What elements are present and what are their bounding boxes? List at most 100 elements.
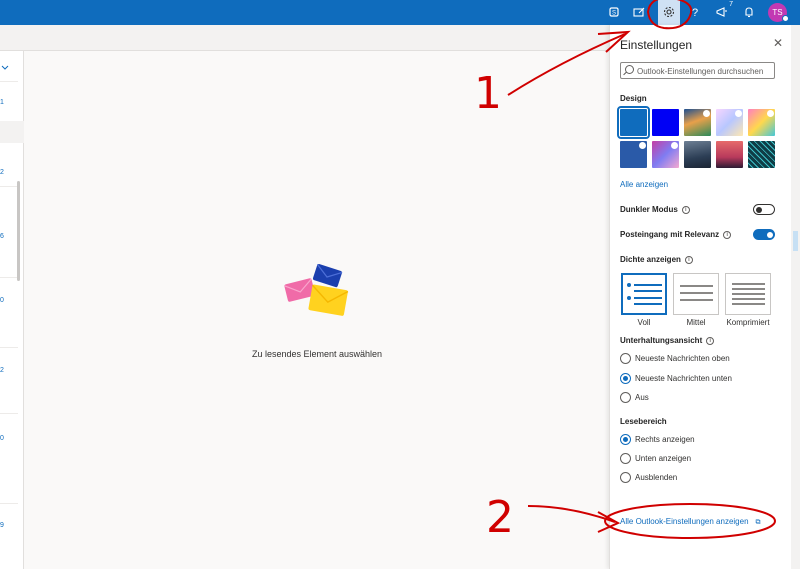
divider: [0, 503, 18, 504]
radio-label: Neueste Nachrichten unten: [635, 374, 732, 383]
density-option-label: Mittel: [686, 318, 706, 327]
star-icon: [671, 142, 678, 149]
density-line: [732, 303, 765, 305]
density-option-label: Komprimiert: [726, 318, 770, 327]
toggle-knob: [767, 231, 773, 238]
list-item-selected[interactable]: [0, 121, 24, 143]
radio-button[interactable]: [620, 434, 631, 445]
help-icon[interactable]: ?: [687, 4, 703, 20]
star-icon: [767, 110, 774, 117]
list-item[interactable]: 0: [0, 435, 4, 442]
dark-mode-toggle[interactable]: [753, 204, 775, 215]
divider: [0, 413, 18, 414]
empty-state-text: Zu lesendes Element auswählen: [251, 349, 383, 359]
density-line: [680, 292, 713, 294]
megaphone-icon[interactable]: 7: [714, 1, 733, 20]
theme-maze[interactable]: [748, 141, 775, 168]
radio-label: Aus: [635, 393, 649, 402]
theme-dark-blue[interactable]: [652, 109, 679, 136]
bell-icon[interactable]: [741, 4, 757, 20]
settings-search[interactable]: [620, 62, 775, 79]
radio-button[interactable]: [620, 373, 631, 384]
radio-label: Unten anzeigen: [635, 454, 692, 463]
density-line: [732, 283, 765, 285]
scrollbar-thumb[interactable]: [793, 231, 798, 251]
panel-title: Einstellungen: [620, 38, 693, 52]
teams-icon[interactable]: S: [606, 4, 622, 20]
theme-pattern[interactable]: [652, 141, 679, 168]
density-option-label: Voll: [637, 318, 651, 327]
settings-button[interactable]: [658, 0, 680, 25]
radio-button[interactable]: [620, 472, 631, 483]
star-icon: [639, 142, 646, 149]
theme-landscape[interactable]: [684, 109, 711, 136]
divider: [0, 347, 18, 348]
info-icon[interactable]: i: [684, 255, 693, 264]
close-icon[interactable]: ✕: [772, 36, 784, 50]
density-line: [627, 283, 631, 287]
density-line: [680, 285, 713, 287]
star-icon: [735, 110, 742, 117]
settings-gear-icon: [661, 4, 677, 20]
all-settings-link-text: Alle Outlook-Einstellungen anzeigen: [620, 517, 749, 526]
density-line: [732, 298, 765, 300]
density-line: [627, 296, 631, 300]
list-item[interactable]: 1: [0, 99, 4, 106]
notification-badge: 7: [729, 1, 733, 8]
svg-text:S: S: [612, 11, 616, 17]
density-line: [732, 293, 765, 295]
radio-button[interactable]: [620, 453, 631, 464]
panel-scrollbar[interactable]: [791, 25, 800, 569]
star-icon: [703, 110, 710, 117]
top-bar: S ? 7 TS: [0, 0, 800, 25]
theme-sunset[interactable]: [716, 141, 743, 168]
settings-panel: Einstellungen ✕ Design Alle anzeigen Dun…: [609, 25, 791, 569]
radio-label: Neueste Nachrichten oben: [635, 354, 730, 363]
list-item[interactable]: 9: [0, 522, 4, 529]
theme-blue[interactable]: [617, 106, 650, 139]
theme-mountain[interactable]: [684, 141, 711, 168]
radio-label: Ausblenden: [635, 473, 678, 482]
design-label: Design: [620, 94, 647, 103]
info-icon[interactable]: i: [723, 230, 732, 239]
info-icon[interactable]: i: [681, 205, 690, 214]
divider: [0, 81, 18, 82]
density-label: Dichte anzeigen i: [620, 255, 693, 264]
reading-pane-label: Lesebereich: [620, 417, 667, 426]
radio-button[interactable]: [620, 392, 631, 403]
conversation-view-text: Unterhaltungsansicht: [620, 336, 703, 345]
info-icon[interactable]: i: [706, 336, 715, 345]
density-line: [634, 290, 662, 292]
theme-pastel[interactable]: [716, 109, 743, 136]
compose-icon[interactable]: [631, 4, 647, 20]
density-option-full[interactable]: [621, 273, 667, 315]
all-settings-link[interactable]: Alle Outlook-Einstellungen anzeigen ⧉: [620, 517, 761, 527]
focused-inbox-toggle[interactable]: [753, 229, 775, 240]
density-line: [732, 288, 765, 290]
list-item[interactable]: 2: [0, 169, 4, 176]
presence-status-icon: [782, 15, 789, 22]
toggle-knob: [756, 206, 762, 213]
list-item[interactable]: 0: [0, 297, 4, 304]
divider: [0, 186, 18, 187]
density-line: [634, 303, 662, 305]
show-all-themes-link[interactable]: Alle anzeigen: [620, 180, 668, 189]
message-list[interactable]: 1 2 6 0 2 0 9: [0, 51, 24, 569]
list-item[interactable]: 2: [0, 367, 4, 374]
divider: [0, 277, 18, 278]
svg-text:?: ?: [692, 7, 698, 19]
density-option-medium[interactable]: [673, 273, 719, 315]
message-list-scrollbar[interactable]: [17, 181, 20, 281]
search-input[interactable]: [637, 65, 773, 77]
theme-circuit[interactable]: [620, 141, 647, 168]
reading-pane: Zu lesendes Element auswählen: [25, 51, 609, 569]
density-line: [680, 299, 713, 301]
theme-colorful[interactable]: [748, 109, 775, 136]
density-option-compact[interactable]: [725, 273, 771, 315]
list-item[interactable]: 6: [0, 233, 4, 240]
search-icon: [625, 65, 634, 74]
radio-button[interactable]: [620, 353, 631, 364]
density-line: [634, 284, 662, 286]
chevron-down-icon[interactable]: [0, 64, 10, 74]
dark-mode-label: Dunkler Modus i: [620, 205, 690, 214]
